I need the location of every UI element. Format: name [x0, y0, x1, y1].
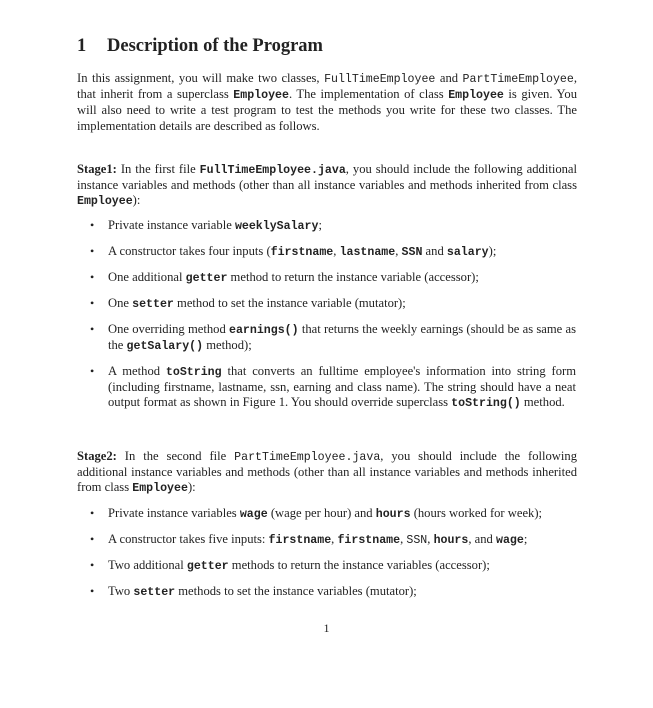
- code-class-parttime: PartTimeEmployee: [462, 73, 574, 86]
- code: SSN: [401, 246, 423, 259]
- code: firstname: [268, 534, 332, 547]
- text: method to return the instance variable (…: [227, 270, 479, 284]
- text: A constructor takes five inputs:: [108, 532, 269, 546]
- stage1-label: Stage1:: [77, 162, 117, 176]
- text: );: [488, 244, 497, 258]
- bullet-icon: •: [90, 244, 95, 258]
- code: toString(): [451, 397, 521, 411]
- text: ;: [523, 532, 528, 546]
- text: , and: [468, 532, 496, 546]
- text: method to set the instance variable (mut…: [173, 296, 406, 310]
- text: methods to set the instance variables (m…: [175, 584, 417, 598]
- stage1-list-item: • One setter method to set the instance v…: [90, 296, 576, 312]
- bullet-icon: •: [90, 270, 95, 284]
- bullet-icon: •: [90, 364, 95, 378]
- code: setter: [133, 586, 176, 599]
- text: and: [435, 71, 463, 85]
- intro-paragraph: In this assignment, you will make two cl…: [77, 71, 577, 134]
- text: Two additional: [108, 558, 187, 572]
- text: (wage per hour) and: [267, 506, 376, 520]
- code-filename: FullTimeEmployee.java: [199, 164, 346, 177]
- code: firstname: [337, 534, 401, 547]
- stage2-list-item: • A constructor takes five inputs: firstn…: [90, 532, 576, 548]
- code-class-employee: Employee: [132, 482, 188, 496]
- text: Private instance variable: [108, 218, 235, 232]
- bullet-icon: •: [90, 558, 95, 572]
- text: and: [422, 244, 447, 258]
- stage1-list-item: • A constructor takes four inputs (firstn…: [90, 244, 576, 260]
- stage2-label: Stage2:: [77, 449, 117, 463]
- stage1-list-item: • One additional getter method to return …: [90, 270, 576, 286]
- text: In this assignment, you will make two cl…: [77, 71, 325, 85]
- stage1-list-item: • A method toString that converts an full…: [90, 364, 576, 412]
- text: In the second file: [116, 449, 235, 463]
- text: A constructor takes four inputs (: [108, 244, 271, 258]
- code: firstname: [270, 246, 334, 259]
- code-class-employee: Employee: [448, 89, 504, 103]
- code: salary: [446, 246, 489, 259]
- code: setter: [132, 298, 174, 311]
- section-heading: 1 Description of the Program: [77, 36, 323, 57]
- bullet-icon: •: [90, 218, 95, 232]
- bullet-icon: •: [90, 506, 95, 520]
- code: weeklySalary: [234, 220, 319, 233]
- stage1-list-item: • Private instance variable weeklySalary;: [90, 218, 576, 234]
- code: SSN: [406, 534, 428, 547]
- bullet-icon: •: [90, 532, 95, 546]
- page-number: 1: [323, 621, 330, 635]
- stage1-paragraph: Stage1: In the first file FullTimeEmploy…: [77, 162, 577, 210]
- text: One: [108, 296, 133, 310]
- bullet-icon: •: [90, 322, 95, 336]
- stage2-list-item: • Two setter methods to set the instance …: [90, 584, 576, 600]
- text: In the first file: [116, 162, 200, 176]
- code: hours: [433, 534, 469, 547]
- text: One overriding method: [108, 322, 229, 336]
- code: hours: [375, 508, 411, 521]
- section-title: Description of the Program: [107, 36, 323, 56]
- bullet-icon: •: [90, 584, 95, 598]
- code: lastname: [339, 246, 396, 259]
- text: Private instance variables: [108, 506, 240, 520]
- text: ):: [132, 193, 141, 208]
- code-filename: PartTimeEmployee.java: [234, 451, 381, 464]
- section-number: 1: [77, 36, 87, 56]
- code: wage: [496, 534, 524, 547]
- stage1-list-item: • One overriding method earnings() that r…: [90, 322, 576, 354]
- code: getter: [185, 272, 228, 285]
- text: method);: [203, 338, 252, 353]
- code: toString: [165, 366, 222, 379]
- text: (hours worked for week);: [410, 506, 543, 520]
- code-class-employee: Employee: [77, 195, 133, 209]
- text: . The implementation of class: [288, 87, 449, 102]
- code-class-fulltime: FullTimeEmployee: [324, 73, 436, 86]
- text: Two: [108, 584, 134, 598]
- text: method.: [520, 395, 565, 410]
- code: wage: [239, 508, 268, 521]
- text: ;: [318, 218, 322, 232]
- code: getter: [186, 560, 229, 573]
- code: earnings(): [229, 324, 299, 337]
- text: A method: [108, 364, 166, 378]
- stage2-list-item: • Private instance variables wage (wage p…: [90, 506, 576, 522]
- text: methods to return the instance variables…: [228, 558, 490, 572]
- stage2-list-item: • Two additional getter methods to return…: [90, 558, 576, 574]
- stage2-paragraph: Stage2: In the second file PartTimeEmplo…: [77, 449, 577, 497]
- code: getSalary(): [126, 340, 204, 354]
- code-class-employee: Employee: [233, 89, 289, 103]
- text: ):: [187, 480, 196, 495]
- bullet-icon: •: [90, 296, 95, 310]
- text: One additional: [108, 270, 186, 284]
